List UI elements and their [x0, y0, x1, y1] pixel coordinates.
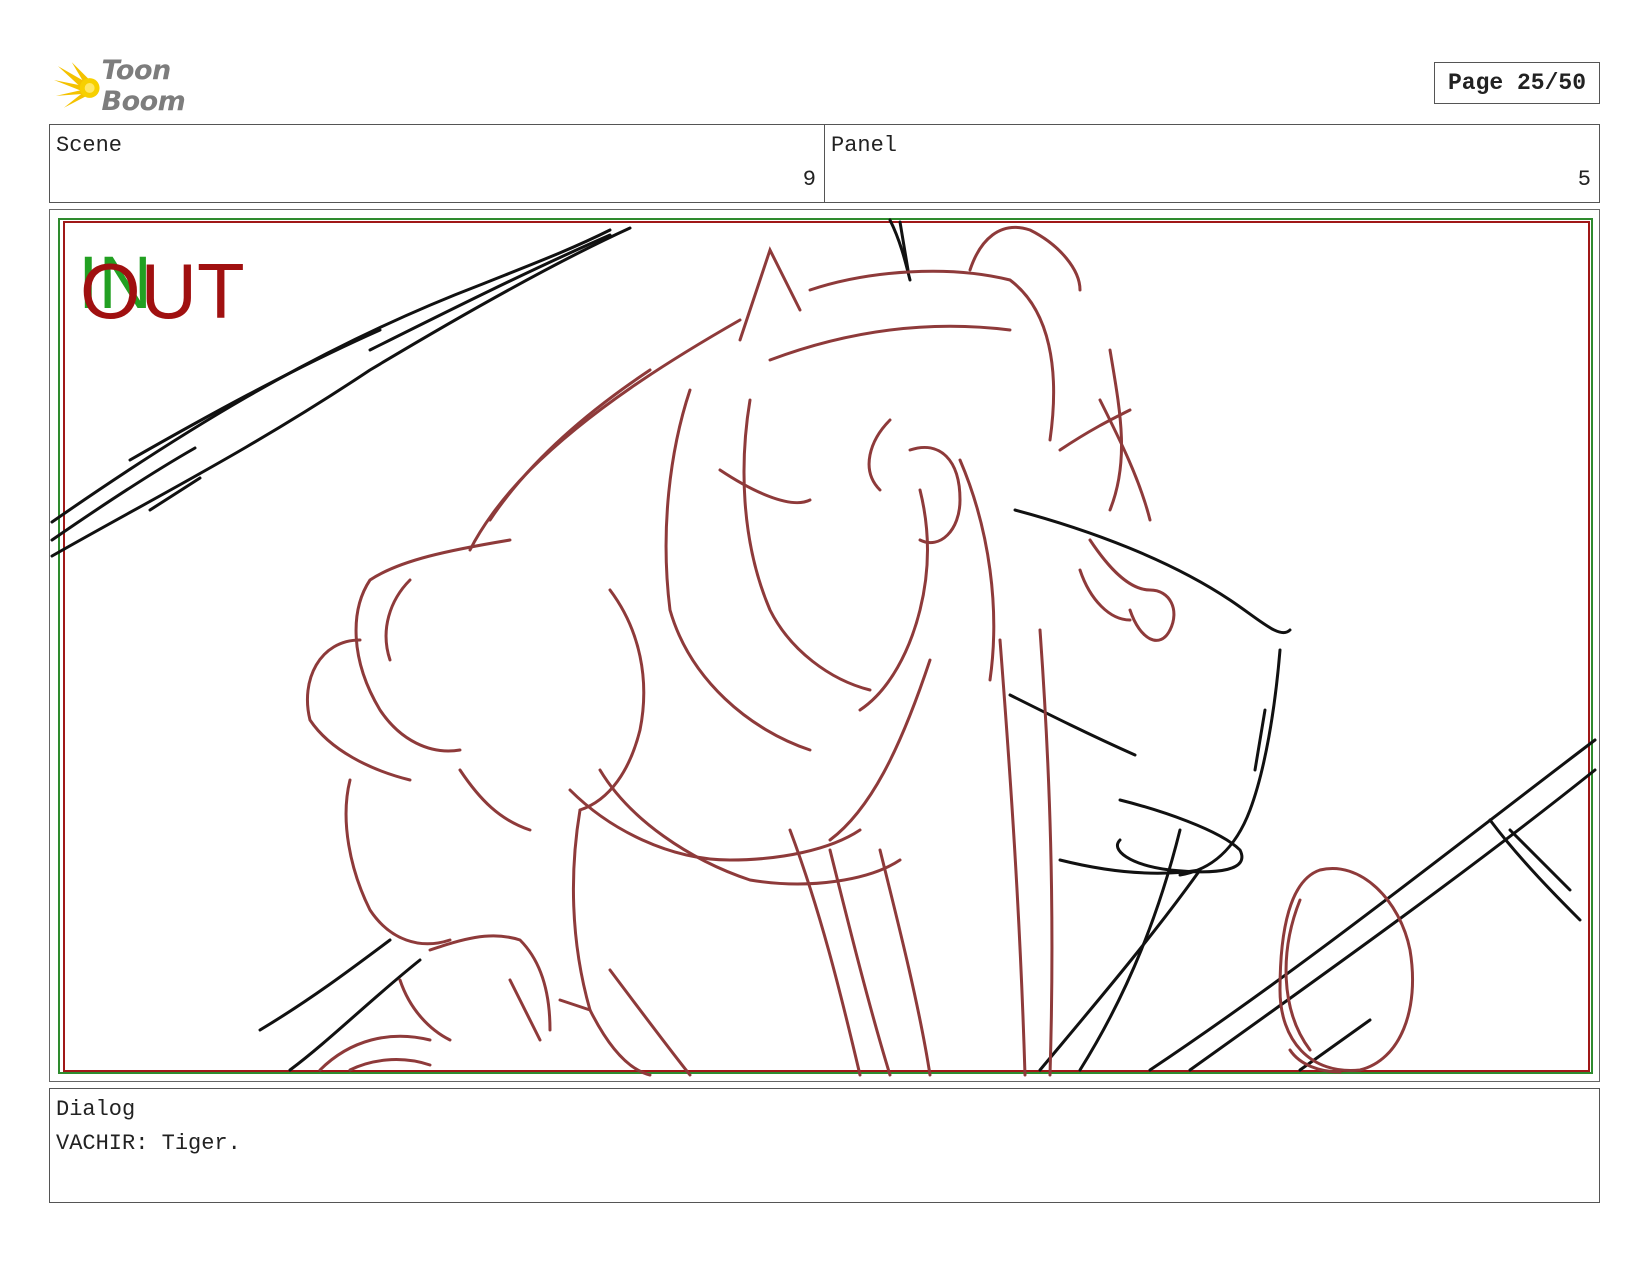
- scene-number: 9: [802, 167, 816, 192]
- panel-cell: Panel 5: [824, 125, 1599, 202]
- scene-label: Scene: [56, 133, 123, 158]
- dialog-box: Dialog VACHIR: Tiger.: [49, 1088, 1600, 1203]
- sun-burst-icon: [53, 62, 100, 108]
- black-linework: [50, 218, 1597, 1072]
- character-sketch: [305, 225, 1415, 1077]
- storyboard-panel: IN OUT: [49, 209, 1600, 1082]
- toon-boom-logo: Toon Boom: [52, 55, 262, 117]
- dialog-label: Dialog: [56, 1097, 136, 1122]
- scene-cell: Scene 9: [50, 125, 824, 202]
- page-indicator: Page 25/50: [1434, 62, 1600, 104]
- dialog-text: VACHIR: Tiger.: [56, 1131, 241, 1156]
- brand-name: Toon Boom: [101, 55, 186, 117]
- panel-number: 5: [1577, 167, 1591, 192]
- out-marker: OUT: [80, 247, 245, 335]
- panel-artwork: IN OUT: [50, 218, 1597, 1077]
- scene-panel-row: Scene 9 Panel 5: [49, 124, 1600, 203]
- panel-label: Panel: [831, 133, 898, 158]
